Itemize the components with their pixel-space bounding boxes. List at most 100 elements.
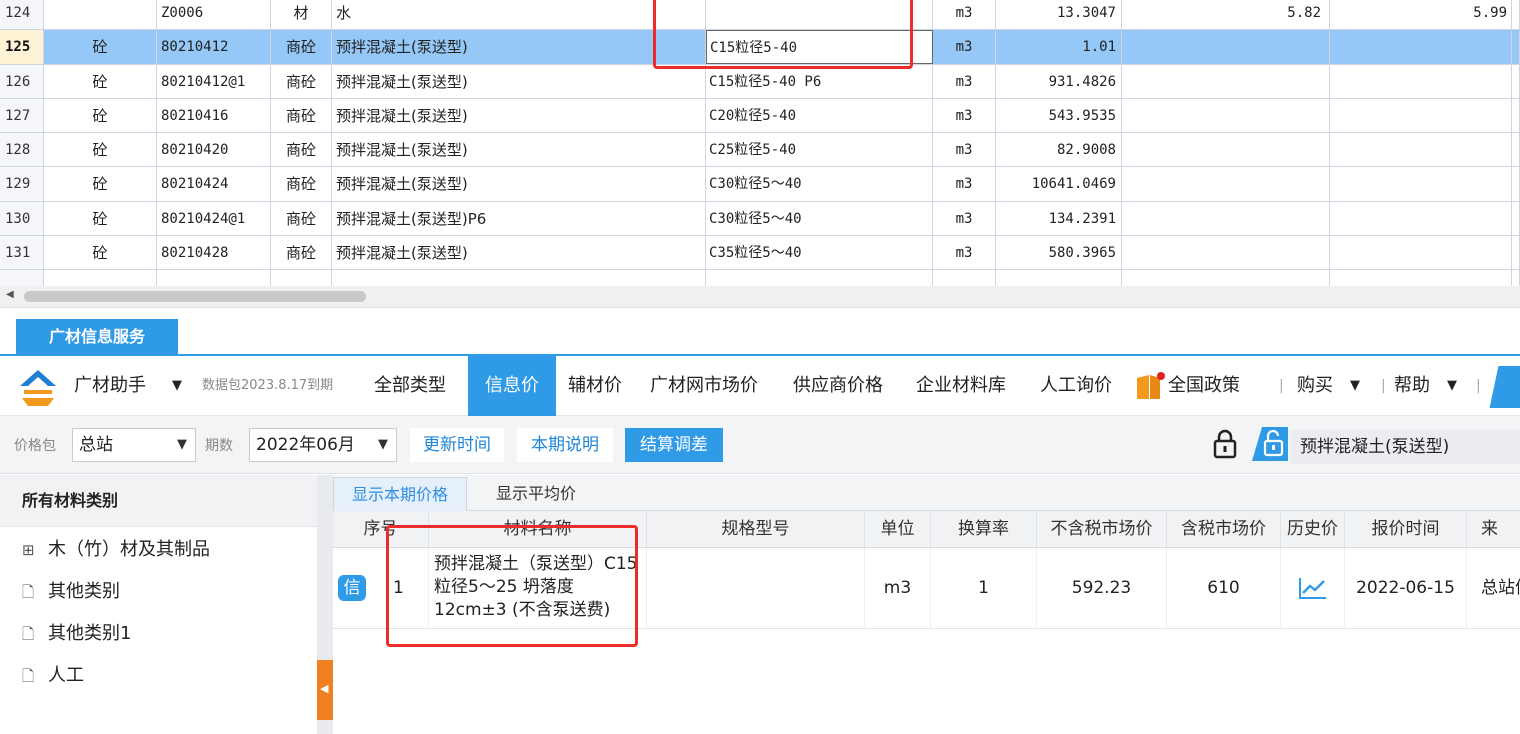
assistant-toolbar: 广材助手 ▼ 数据包2023.8.17到期 全部类型 信息价 辅材价 广材网市场… (0, 354, 1520, 416)
column-header[interactable]: 单位 (865, 511, 931, 548)
nav-all-types[interactable]: 全部类型 (374, 356, 446, 416)
tab-guangcai-service[interactable]: 广材信息服务 (16, 319, 178, 355)
trend-chart-icon[interactable] (1298, 576, 1328, 600)
column-header[interactable]: 报价时间 (1345, 511, 1467, 548)
panel-splitter[interactable]: ◀ (317, 475, 333, 734)
nav-enterprise-library[interactable]: 企业材料库 (916, 356, 1006, 416)
help-dropdown-icon[interactable]: ▼ (1447, 356, 1457, 416)
unit-cell: m3 (933, 64, 996, 98)
scrollbar-thumb[interactable] (24, 291, 366, 302)
filler-cell (1512, 98, 1520, 133)
spec-cell[interactable]: C15粒径5-40 (706, 30, 933, 64)
collapse-handle[interactable]: ◀ (317, 660, 333, 720)
period-note-button[interactable]: 本期说明 (517, 428, 613, 462)
price-cell (1122, 167, 1330, 201)
empty-cell (271, 270, 332, 286)
nav-national-policy[interactable]: 全国政策 (1168, 356, 1262, 416)
unit-cell: m3 (933, 167, 996, 201)
price-cell (1122, 98, 1330, 133)
history-price-cell[interactable] (1281, 548, 1345, 629)
buy-menu[interactable]: 购买 (1297, 356, 1333, 416)
scroll-left-arrow-icon[interactable]: ◀ (6, 289, 14, 300)
quote-date-cell: 2022-06-15 (1345, 548, 1467, 629)
column-header[interactable]: 序号 (333, 511, 429, 548)
period-select[interactable]: 2022年06月 ▼ (249, 428, 397, 462)
spec-cell[interactable]: C30粒径5～40 (706, 201, 933, 236)
tab-current-period-price[interactable]: 显示本期价格 (333, 477, 467, 511)
results-table-header: 序号 材料名称 规格型号 单位 换算率 不含税市场价 含税市场价 历史价 报价时间来 (333, 511, 1520, 548)
filler-cell (1512, 0, 1520, 30)
table-row[interactable]: 127 砼 80210416 商砼 预拌混凝土(泵送型) C20粒径5-40 m3 543.9… (0, 98, 1520, 134)
unlock-icon[interactable] (1244, 427, 1288, 461)
expand-plus-icon[interactable]: ⊞ (22, 541, 38, 559)
table-row[interactable]: 信 1 预拌混凝土（泵送型）C15粒径5～25 坍落度12cm±3 (不含泵送费… (333, 548, 1520, 629)
price-cell (1330, 201, 1512, 236)
name-cell: 预拌混凝土(泵送型) (332, 167, 706, 201)
category-item[interactable]: 🗋 人工 (22, 661, 84, 691)
spec-cell[interactable]: C15粒径5-40 P6 (706, 64, 933, 98)
settle-adjust-button[interactable]: 结算调差 (625, 428, 723, 462)
table-row[interactable]: 130 砼 80210424@1 商砼 预拌混凝土(泵送型)P6 C30粒径5～40 m3 1… (0, 201, 1520, 237)
row-number: 128 (0, 133, 44, 167)
assistant-label[interactable]: 广材助手 (74, 356, 146, 416)
column-header[interactable]: 规格型号 (647, 511, 865, 548)
nav-info-price[interactable]: 信息价 (468, 356, 556, 416)
column-header[interactable]: 不含税市场价 (1037, 511, 1167, 548)
lock-icon[interactable] (1212, 429, 1238, 459)
spec-cell[interactable]: C25粒径5-40 (706, 133, 933, 167)
document-icon: 🗋 (22, 667, 35, 685)
material-name-cell: 预拌混凝土（泵送型）C15粒径5～25 坍落度12cm±3 (不含泵送费) (429, 548, 647, 629)
category-item[interactable]: 🗋 其他类别1 (22, 619, 131, 649)
info-price-badge: 信 (338, 575, 366, 601)
unit-cell: m3 (933, 98, 996, 133)
materials-grid[interactable]: 124 Z0006 材水 m3 13.3047 5.82 5.99 125 砼 80210412 商… (0, 0, 1520, 286)
table-row[interactable]: 129 砼 80210424 商砼 预拌混凝土(泵送型) C30粒径5～40 m3 10641… (0, 167, 1520, 202)
material-search-field[interactable]: 预拌混凝土(泵送型) (1290, 430, 1520, 464)
column-header[interactable]: 材料名称 (429, 511, 647, 548)
filler-cell (1512, 64, 1520, 98)
update-time-button[interactable]: 更新时间 (410, 428, 504, 462)
help-menu[interactable]: 帮助 (1394, 356, 1430, 416)
table-row[interactable]: 131 砼 80210428 商砼 预拌混凝土(泵送型) C35粒径5～40 m3 580.3… (0, 236, 1520, 271)
table-row[interactable]: 124 Z0006 材水 m3 13.3047 5.82 5.99 (0, 0, 1520, 31)
type-cell: 砼 (44, 64, 157, 98)
policy-book-icon (1137, 372, 1165, 399)
horizontal-scrollbar[interactable]: ◀ (0, 286, 1520, 308)
column-header[interactable]: 换算率 (931, 511, 1037, 548)
assistant-dropdown-icon[interactable]: ▼ (172, 356, 182, 416)
type-cell: 砼 (44, 167, 157, 201)
spec-cell[interactable]: C30粒径5～40 (706, 167, 933, 201)
quantity-cell: 10641.0469 (996, 167, 1122, 201)
table-row[interactable]: 128 砼 80210420 商砼 预拌混凝土(泵送型) C25粒径5-40 m3 82.90… (0, 133, 1520, 168)
toolbar-separator: | (1381, 378, 1386, 394)
column-header[interactable]: 历史价 (1281, 511, 1345, 548)
filler-cell (1512, 236, 1520, 270)
spec-cell[interactable] (706, 0, 933, 30)
price-cell (1122, 30, 1330, 64)
category-item[interactable]: ⊞ 木（竹）材及其制品 (22, 535, 210, 561)
category-cell: 商砼 (271, 30, 332, 64)
document-icon: 🗋 (22, 583, 35, 601)
column-header[interactable]: 来 (1467, 511, 1520, 548)
toolbar-separator: | (1476, 378, 1481, 394)
column-header[interactable]: 含税市场价 (1167, 511, 1281, 548)
category-cell: 商砼 (271, 98, 332, 133)
nav-labor-inquiry[interactable]: 人工询价 (1040, 356, 1112, 416)
chevron-down-icon: ▼ (177, 437, 187, 452)
price-package-select[interactable]: 总站 ▼ (72, 428, 196, 462)
buy-dropdown-icon[interactable]: ▼ (1350, 356, 1360, 416)
spec-cell[interactable]: C35粒径5～40 (706, 236, 933, 270)
type-cell: 砼 (44, 30, 157, 64)
toolbar-edge-button[interactable] (1489, 366, 1520, 408)
unit-cell: m3 (933, 133, 996, 167)
tab-average-price[interactable]: 显示平均价 (473, 477, 599, 511)
code-cell: 80210412 (157, 30, 271, 64)
category-item[interactable]: 🗋 其他类别 (22, 577, 120, 607)
nav-supplier-price[interactable]: 供应商价格 (793, 356, 883, 416)
price-cell: 5.99 (1330, 0, 1512, 30)
table-row[interactable]: 126 砼 80210412@1 商砼 预拌混凝土(泵送型) C15粒径5-40 P6 m3… (0, 64, 1520, 99)
nav-aux-price[interactable]: 辅材价 (568, 356, 622, 416)
table-row[interactable]: 125 砼 80210412 商砼 预拌混凝土(泵送型) C15粒径5-40 m3 1.01 (0, 30, 1520, 65)
spec-cell[interactable]: C20粒径5-40 (706, 98, 933, 133)
nav-market-price[interactable]: 广材网市场价 (650, 356, 758, 416)
